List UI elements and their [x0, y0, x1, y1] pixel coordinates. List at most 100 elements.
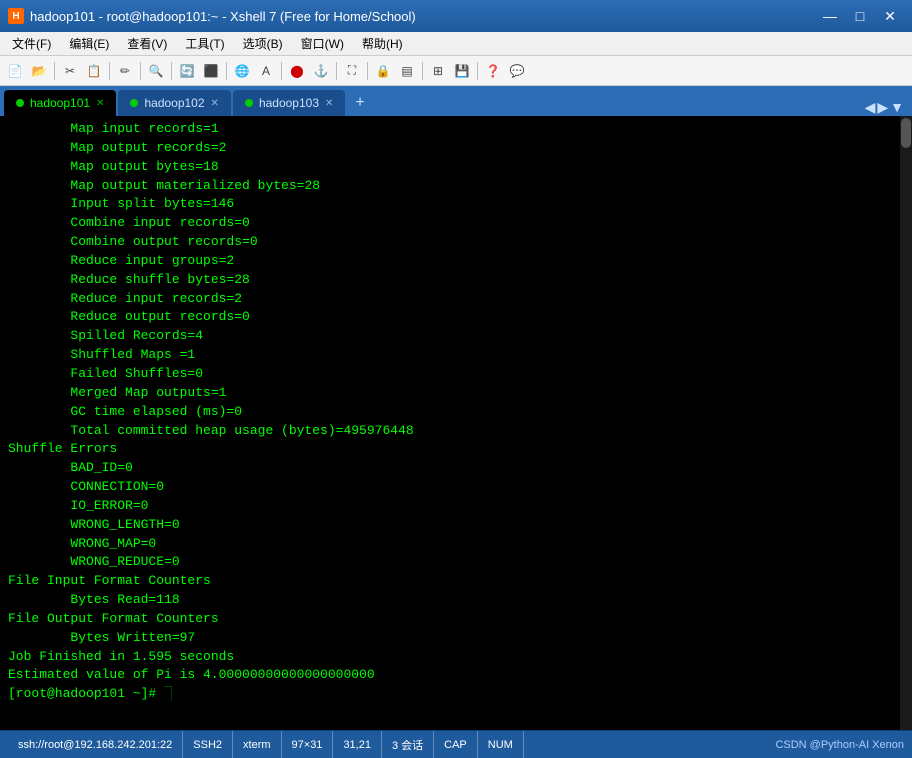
toolbar-sep-5 [226, 62, 227, 80]
status-caps: CAP [434, 731, 478, 758]
menu-file[interactable]: 文件(F) [4, 33, 59, 54]
terminal-line-15: Merged Map outputs=1 [8, 384, 904, 403]
terminal-line-7: Combine output records=0 [8, 233, 904, 252]
tab-close-2[interactable]: ✕ [211, 98, 219, 109]
terminal-line-prompt: [root@hadoop101 ~]# █ [8, 685, 904, 704]
scrollbar-thumb[interactable] [901, 118, 911, 148]
terminal-area[interactable]: Map input records=1 Map output records=2… [0, 116, 912, 730]
tab-menu-arrow[interactable]: ▼ [890, 99, 904, 116]
toolbar-save[interactable]: 💾 [451, 60, 473, 82]
toolbar-lock[interactable]: 🔒 [372, 60, 394, 82]
status-connection: ssh://root@192.168.242.201:22 [8, 731, 183, 758]
terminal-line-10: Reduce input records=2 [8, 290, 904, 309]
toolbar-globe[interactable]: 🌐 [231, 60, 253, 82]
terminal-line-17: Total committed heap usage (bytes)=49597… [8, 422, 904, 441]
tab-hadoop103[interactable]: hadoop103 ✕ [233, 90, 345, 116]
tab-hadoop101[interactable]: hadoop101 ✕ [4, 90, 116, 116]
terminal-line-2: Map output records=2 [8, 139, 904, 158]
toolbar-sep-1 [54, 62, 55, 80]
terminal-line-18: Shuffle Errors [8, 440, 904, 459]
tab-navigation[interactable]: ◀ ▶ ▼ [861, 99, 908, 116]
terminal-line-job-finished: Job Finished in 1.595 seconds [8, 648, 904, 667]
toolbar-compose[interactable]: ✏ [114, 60, 136, 82]
close-button[interactable]: ✕ [876, 5, 904, 27]
toolbar-sep-3 [140, 62, 141, 80]
terminal-line-1: Map input records=1 [8, 120, 904, 139]
tab-prev-arrow[interactable]: ◀ [865, 99, 876, 116]
tab-hadoop102[interactable]: hadoop102 ✕ [118, 90, 230, 116]
tab-add-button[interactable]: + [347, 90, 372, 116]
tab-next-arrow[interactable]: ▶ [877, 99, 888, 116]
toolbar-red-btn[interactable]: ⬤ [286, 60, 308, 82]
status-position: 31,21 [333, 731, 382, 758]
toolbar-chat[interactable]: 💬 [506, 60, 528, 82]
app-icon: H [8, 8, 24, 24]
tab-close-1[interactable]: ✕ [96, 98, 104, 109]
terminal-line-file-input: File Input Format Counters [8, 572, 904, 591]
toolbar-stop[interactable]: ⬛ [200, 60, 222, 82]
tab-dot-2 [130, 99, 138, 107]
toolbar-sep-2 [109, 62, 110, 80]
toolbar-cut[interactable]: ✂ [59, 60, 81, 82]
toolbar-sep-9 [422, 62, 423, 80]
tab-label-3: hadoop103 [259, 96, 319, 110]
toolbar-grid[interactable]: ⊞ [427, 60, 449, 82]
status-brand: CSDN @Python-AI Xenon [775, 739, 904, 751]
tab-dot-3 [245, 99, 253, 107]
terminal-line-5: Input split bytes=146 [8, 195, 904, 214]
minimize-button[interactable]: — [816, 5, 844, 27]
menu-view[interactable]: 查看(V) [119, 33, 175, 54]
terminal-line-16: GC time elapsed (ms)=0 [8, 403, 904, 422]
terminal-line-14: Failed Shuffles=0 [8, 365, 904, 384]
terminal-line-11: Reduce output records=0 [8, 308, 904, 327]
status-num: NUM [478, 731, 524, 758]
title-bar: H hadoop101 - root@hadoop101:~ - Xshell … [0, 0, 912, 32]
status-protocol: SSH2 [183, 731, 233, 758]
menu-tools[interactable]: 工具(T) [177, 33, 232, 54]
window-controls[interactable]: — □ ✕ [816, 5, 904, 27]
toolbar-copy[interactable]: 📋 [83, 60, 105, 82]
terminal-line-20: CONNECTION=0 [8, 478, 904, 497]
terminal-line-4: Map output materialized bytes=28 [8, 177, 904, 196]
status-bar: ssh://root@192.168.242.201:22 SSH2 xterm… [0, 730, 912, 758]
toolbar-expand[interactable]: ⛶ [341, 60, 363, 82]
terminal-line-bytes-read: Bytes Read=118 [8, 591, 904, 610]
terminal-line-22: WRONG_LENGTH=0 [8, 516, 904, 535]
terminal-line-bytes-written: Bytes Written=97 [8, 629, 904, 648]
status-size: 97×31 [282, 731, 334, 758]
terminal-line-8: Reduce input groups=2 [8, 252, 904, 271]
menu-bar: 文件(F) 编辑(E) 查看(V) 工具(T) 选项(B) 窗口(W) 帮助(H… [0, 32, 912, 56]
menu-help[interactable]: 帮助(H) [354, 33, 411, 54]
terminal-line-9: Reduce shuffle bytes=28 [8, 271, 904, 290]
terminal-line-file-output: File Output Format Counters [8, 610, 904, 629]
tab-dot-1 [16, 99, 24, 107]
toolbar-sep-7 [336, 62, 337, 80]
toolbar-open[interactable]: 📂 [28, 60, 50, 82]
tab-label-2: hadoop102 [144, 96, 204, 110]
toolbar-anchor[interactable]: ⚓ [310, 60, 332, 82]
toolbar-sep-6 [281, 62, 282, 80]
terminal-line-12: Spilled Records=4 [8, 327, 904, 346]
terminal-line-21: IO_ERROR=0 [8, 497, 904, 516]
toolbar-new[interactable]: 📄 [4, 60, 26, 82]
terminal-line-24: WRONG_REDUCE=0 [8, 553, 904, 572]
terminal-scrollbar[interactable] [900, 116, 912, 730]
toolbar-term[interactable]: ▤ [396, 60, 418, 82]
toolbar-help[interactable]: ❓ [482, 60, 504, 82]
maximize-button[interactable]: □ [846, 5, 874, 27]
tabs-bar: hadoop101 ✕ hadoop102 ✕ hadoop103 ✕ + ◀ … [0, 86, 912, 116]
terminal-line-6: Combine input records=0 [8, 214, 904, 233]
menu-options[interactable]: 选项(B) [235, 33, 291, 54]
toolbar-text[interactable]: A [255, 60, 277, 82]
toolbar-search[interactable]: 🔍 [145, 60, 167, 82]
terminal-line-23: WRONG_MAP=0 [8, 535, 904, 554]
toolbar-sep-4 [171, 62, 172, 80]
tab-close-3[interactable]: ✕ [325, 98, 333, 109]
menu-edit[interactable]: 编辑(E) [61, 33, 117, 54]
toolbar-sep-8 [367, 62, 368, 80]
toolbar-refresh[interactable]: 🔄 [176, 60, 198, 82]
window-title: hadoop101 - root@hadoop101:~ - Xshell 7 … [30, 9, 416, 24]
tab-label-1: hadoop101 [30, 96, 90, 110]
menu-window[interactable]: 窗口(W) [293, 33, 352, 54]
status-sessions: 3 会话 [382, 731, 434, 758]
